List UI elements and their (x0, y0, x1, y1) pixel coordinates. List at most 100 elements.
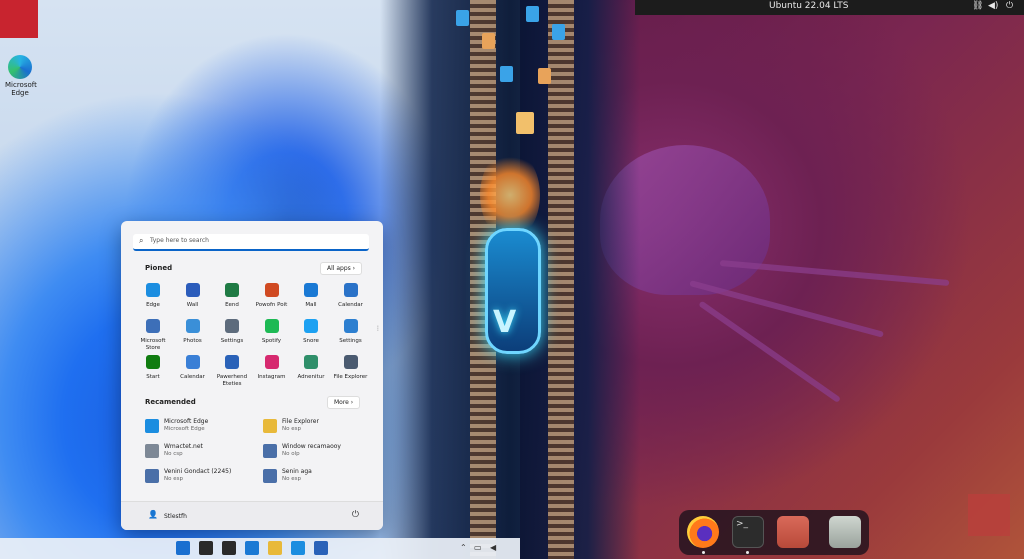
pinned-app-label: Edge (146, 302, 160, 308)
explorer-icon[interactable] (268, 541, 282, 555)
document-icon (456, 10, 469, 26)
start-icon[interactable] (176, 541, 190, 555)
document-icon (526, 6, 539, 22)
recommended-item[interactable]: Senin aga No esp (263, 468, 381, 490)
recommended-item[interactable]: Venini Gondact (2245) No esp (145, 468, 263, 490)
pinned-app-label: Mall (305, 302, 317, 308)
search-input[interactable]: ⌕ Type here to search (133, 234, 369, 251)
document-icon (263, 444, 277, 458)
pinned-app-label: Start (146, 374, 160, 380)
pinned-app[interactable]: Photos (173, 319, 213, 345)
pinned-app[interactable]: Settings (212, 319, 252, 345)
pinned-app-label: Calendar (338, 302, 363, 308)
search-icon[interactable] (199, 541, 213, 555)
ubuntu-top-bar: Ubuntu 22.04 LTS ⛓ ◀) ⏻ (635, 0, 1024, 15)
recommended-item[interactable]: Microsoft Edge Microsoft Edge (145, 418, 263, 440)
pinned-app[interactable]: Microsoft Store (133, 319, 173, 352)
pinned-page-indicator[interactable]: ⋮ (375, 325, 381, 332)
recommended-subtitle: No esp (282, 476, 301, 482)
pinned-app[interactable]: Start (133, 355, 173, 381)
photos-icon (185, 319, 200, 333)
edge-icon (146, 283, 160, 297)
search-icon: ⌕ (139, 236, 144, 245)
corner-tile (968, 494, 1010, 536)
pinned-app[interactable]: Pawerhend Eteties (212, 355, 252, 388)
power-button[interactable]: ⏻ (352, 510, 359, 520)
pinned-app-label: Spotify (261, 338, 282, 344)
pinned-app[interactable]: Eend (212, 283, 252, 309)
mail-icon (304, 283, 318, 297)
pinned-app[interactable]: Spotify (252, 319, 292, 345)
zipper-teeth-right (548, 0, 574, 559)
recommended-subtitle: No esp (282, 426, 301, 432)
pinned-app-label: Settings (220, 338, 244, 344)
pinned-app-label: Wall (186, 302, 199, 308)
more-label: More (334, 399, 349, 406)
excel-icon (225, 283, 239, 297)
calendar-icon (185, 355, 200, 369)
search-placeholder: Type here to search (150, 237, 209, 244)
pinned-app[interactable]: Powofn Poit (252, 283, 292, 309)
pinned-app[interactable]: Calendar (173, 355, 213, 381)
desktop-icon-edge[interactable]: Microsoft Edge (5, 55, 37, 97)
running-indicator (746, 551, 749, 554)
pinned-app-label: Adnenitur (297, 374, 325, 380)
trash-icon[interactable] (829, 516, 861, 548)
pinned-app[interactable]: File Explorer (331, 355, 371, 381)
power-icon[interactable]: ⏻ (1006, 1, 1013, 11)
network-icon[interactable]: ⛓ (972, 1, 983, 11)
terminal-icon[interactable]: >_ (732, 516, 764, 548)
start-footer: 👤 Stlestfh ⏻ (121, 501, 383, 530)
pinned-app-label: Microsoft Store (140, 338, 166, 351)
recommended-subtitle: No esp (164, 476, 183, 482)
pinned-app[interactable]: Edge (133, 283, 173, 309)
corner-tile (0, 0, 38, 38)
recommended-title: Recamended (145, 398, 196, 406)
pinned-app[interactable]: Wall (173, 283, 213, 309)
image-icon (145, 469, 159, 483)
pinned-app-label: Photos (183, 338, 202, 344)
pinned-app-label: Pawerhend Eteties (216, 374, 248, 387)
document-icon (516, 112, 534, 134)
edge-icon (8, 55, 32, 79)
network-icon[interactable]: ▭ (474, 543, 482, 552)
recommended-subtitle: No olp (282, 451, 300, 457)
pinned-app[interactable]: Settings (331, 319, 371, 345)
v-logo-icon: V (493, 305, 517, 340)
pinned-app[interactable]: Mall (291, 283, 331, 309)
firefox-icon[interactable] (687, 516, 719, 548)
word-icon (185, 283, 200, 297)
document-icon (538, 68, 551, 84)
volume-icon[interactable]: ◀ (490, 543, 496, 552)
recommended-item[interactable]: File Explorer No esp (263, 418, 381, 440)
pinned-app-label: Calendar (180, 374, 205, 380)
store-icon[interactable] (314, 541, 328, 555)
edge-icon (145, 419, 159, 433)
chevron-up-icon[interactable]: ⌃ (460, 543, 467, 552)
recommended-item[interactable]: Window recamaooy No olp (263, 443, 381, 465)
widgets-icon[interactable] (245, 541, 259, 555)
pinned-app[interactable]: Snore (291, 319, 331, 345)
folder-icon (263, 419, 277, 433)
more-button[interactable]: More › (327, 396, 361, 409)
pinned-app-label: Snore (303, 338, 319, 344)
pinned-app[interactable]: Adnenitur (291, 355, 331, 381)
pinned-app[interactable]: Calendar (331, 283, 371, 309)
edge-icon[interactable] (291, 541, 305, 555)
pinned-app[interactable]: Instagram (252, 355, 292, 381)
volume-icon[interactable]: ◀) (988, 1, 998, 11)
user-name[interactable]: Stlestfh (164, 513, 187, 520)
taskview-icon[interactable] (222, 541, 236, 555)
powerpoint-icon (264, 283, 279, 297)
calendar-icon (343, 283, 358, 297)
recommended-subtitle: Microsoft Edge (164, 426, 205, 432)
calculator-icon (343, 355, 358, 369)
pinned-title: Pioned (145, 264, 173, 272)
recommended-title: File Explorer (282, 418, 319, 425)
document-icon (482, 33, 495, 49)
recommended-item[interactable]: Wmactet.net No csp (145, 443, 263, 465)
twitter-icon (304, 319, 318, 333)
all-apps-button[interactable]: All apps › (320, 262, 363, 275)
files-icon[interactable] (777, 516, 809, 548)
top-bar-title[interactable]: Ubuntu 22.04 LTS (769, 1, 848, 11)
